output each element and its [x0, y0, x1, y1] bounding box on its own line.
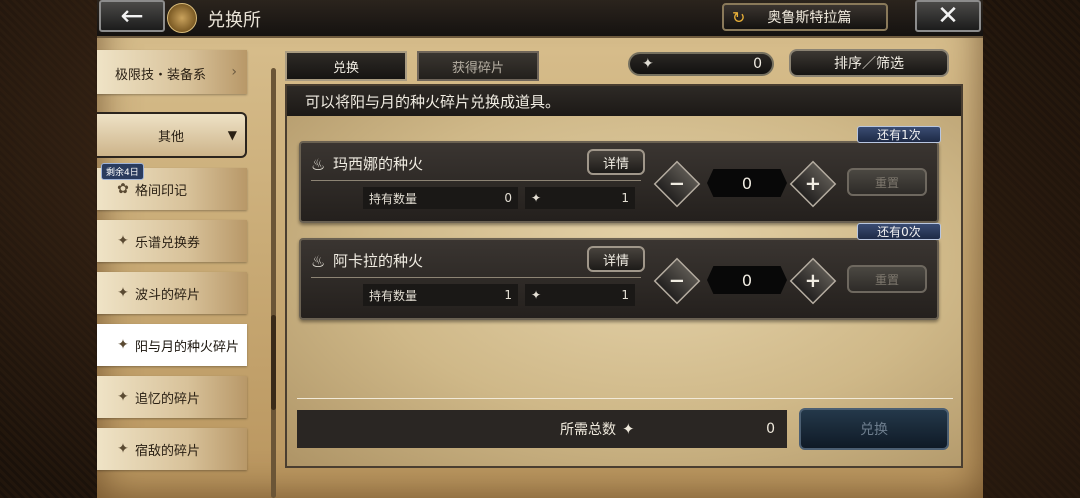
shard-icon: ✦: [117, 233, 129, 249]
sidebar-item-limit-equip[interactable]: 极限技・装备系 ›: [97, 50, 247, 94]
decrease-button[interactable]: −: [653, 257, 701, 305]
remaining-count-badge: 还有0次: [857, 223, 941, 240]
quantity-display: 0: [707, 266, 787, 294]
sidebar-item-memory-shard[interactable]: ✦ 追忆的碎片: [97, 376, 247, 418]
quantity-display: 0: [707, 169, 787, 197]
chevron-right-icon: ›: [231, 64, 237, 80]
shop-emblem-icon: [167, 3, 197, 33]
sidebar-item-label: 宿敌的碎片: [135, 443, 201, 459]
shard-icon: ✦: [642, 56, 654, 72]
sidebar-scroll-thumb[interactable]: [271, 315, 276, 410]
sidebar-scrollbar[interactable]: [271, 68, 276, 498]
divider: [311, 277, 641, 278]
sidebar-item-score-ticket[interactable]: ✦ 乐谱兑换券: [97, 220, 247, 262]
flame-icon: ♨: [311, 252, 326, 271]
cost-row: ✦ 1: [525, 187, 635, 209]
shard-icon: ✦: [117, 337, 129, 353]
owned-quantity-value: 0: [504, 191, 512, 205]
remaining-count-badge: 还有1次: [857, 126, 941, 143]
remain-days-badge: 剩余4日: [101, 163, 144, 180]
exchange-shop-window: ← 兑换所 ↻ 奥鲁斯特拉篇 ✕ 极限技・装备系 › 其他 ▼ ✿ 格间印记 剩…: [97, 0, 983, 498]
shard-icon: ✦: [117, 441, 129, 457]
reset-button[interactable]: 重置: [847, 168, 927, 196]
divider: [311, 180, 641, 181]
footer-divider: [297, 398, 953, 399]
description-text: 可以将阳与月的种火碎片兑换成道具。: [287, 86, 961, 116]
shard-points-display: ✦ 0: [628, 52, 774, 76]
shard-icon: ✦: [531, 288, 542, 302]
category-label: 其他: [157, 129, 184, 145]
sidebar-item-label: 乐谱兑换券: [135, 235, 201, 251]
tab-obtain-shards[interactable]: 获得碎片: [417, 51, 539, 81]
sidebar-item-label: 极限技・装备系: [115, 68, 207, 83]
sidebar: 极限技・装备系 › 其他 ▼ ✿ 格间印记 剩余4日 ✦ 乐谱兑换券 ✦ 波斗的…: [97, 50, 282, 498]
total-required-label: 所需总数: [560, 422, 616, 438]
reset-button[interactable]: 重置: [847, 265, 927, 293]
close-button[interactable]: ✕: [915, 0, 981, 32]
minus-icon: −: [668, 172, 686, 196]
sidebar-item-label: 阳与月的种火碎片: [135, 339, 240, 355]
page-title: 兑换所: [207, 10, 261, 31]
sidebar-item-sun-moon-shard[interactable]: ✦ 阳与月的种火碎片: [97, 324, 247, 366]
owned-quantity-row: 持有数量 1: [363, 284, 518, 306]
sidebar-item-label: 波斗的碎片: [135, 287, 201, 303]
header-bar: ← 兑换所 ↻ 奥鲁斯特拉篇 ✕: [97, 0, 983, 38]
exchange-button[interactable]: 兑换: [799, 408, 949, 450]
shard-points-value: 0: [753, 56, 762, 72]
minus-icon: −: [668, 269, 686, 293]
shard-icon: ✦: [117, 285, 129, 301]
owned-quantity-label: 持有数量: [369, 288, 418, 303]
swap-icon: ↻: [732, 7, 746, 27]
owned-quantity-row: 持有数量 0: [363, 187, 518, 209]
increase-button[interactable]: +: [789, 257, 837, 305]
owned-quantity-value: 1: [504, 288, 512, 302]
plus-icon: +: [804, 269, 822, 293]
decrease-button[interactable]: −: [653, 160, 701, 208]
chevron-down-icon: ▼: [227, 128, 237, 142]
item-name: 阿卡拉的种火: [333, 252, 424, 270]
world-select-button[interactable]: ↻ 奥鲁斯特拉篇: [722, 3, 888, 31]
sidebar-item-rival-shard[interactable]: ✦ 宿敌的碎片: [97, 428, 247, 470]
tab-exchange[interactable]: 兑换: [285, 51, 407, 81]
detail-button[interactable]: 详情: [587, 246, 645, 272]
exchange-item-card: 还有0次 ♨ 阿卡拉的种火 详情 持有数量 1 ✦ 1 − 0 + 重置: [299, 223, 941, 320]
back-button[interactable]: ←: [99, 0, 165, 32]
close-icon: ✕: [937, 1, 959, 31]
total-required-bar: 所需总数 ✦ 0: [297, 410, 787, 448]
shard-icon: ✦: [622, 420, 635, 438]
medal-icon: ✿: [117, 181, 129, 197]
plus-icon: +: [804, 172, 822, 196]
sidebar-item-label: 追忆的碎片: [135, 391, 201, 407]
owned-quantity-label: 持有数量: [369, 191, 418, 206]
sidebar-item-label: 格间印记: [135, 183, 188, 199]
cost-value: 1: [621, 191, 629, 205]
back-arrow-icon: ←: [120, 0, 144, 32]
exchange-item-card: 还有1次 ♨ 玛西娜的种火 详情 持有数量 0 ✦ 1 − 0 + 重置: [299, 126, 941, 223]
exchange-panel: 可以将阳与月的种火碎片兑换成道具。 还有1次 ♨ 玛西娜的种火 详情 持有数量 …: [285, 84, 963, 468]
flame-icon: ♨: [311, 155, 326, 174]
shard-icon: ✦: [531, 191, 542, 205]
item-name: 玛西娜的种火: [333, 155, 424, 173]
detail-button[interactable]: 详情: [587, 149, 645, 175]
cost-value: 1: [621, 288, 629, 302]
category-dropdown-other[interactable]: 其他 ▼: [97, 112, 247, 158]
shard-icon: ✦: [117, 389, 129, 405]
total-required-value: 0: [766, 421, 775, 437]
increase-button[interactable]: +: [789, 160, 837, 208]
sidebar-item-bodou-shard[interactable]: ✦ 波斗的碎片: [97, 272, 247, 314]
world-select-label: 奥鲁斯特拉篇: [767, 10, 852, 26]
cost-row: ✦ 1: [525, 284, 635, 306]
sort-filter-button[interactable]: 排序／筛选: [789, 49, 949, 77]
